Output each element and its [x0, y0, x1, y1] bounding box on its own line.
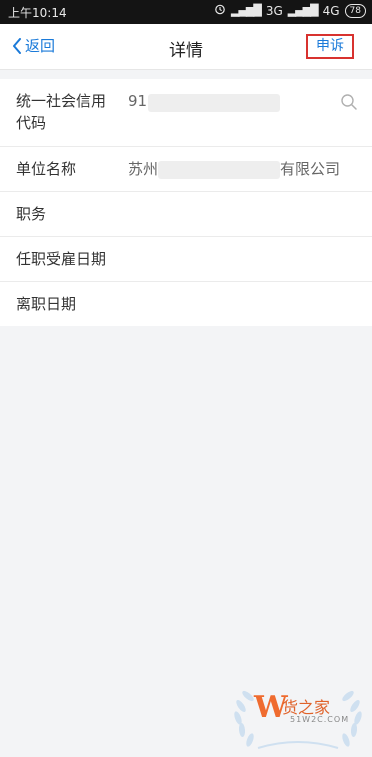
detail-row-credit-code: 统一社会信用代码 91	[0, 79, 372, 147]
watermark: W 货之家 51W2C.COM	[228, 678, 368, 752]
row-label: 职务	[16, 205, 47, 223]
appeal-button[interactable]: 申诉	[306, 34, 354, 59]
row-label: 任职受雇日期	[16, 250, 107, 268]
alarm-icon	[214, 3, 226, 18]
battery-icon: 78	[344, 3, 366, 18]
watermark-domain: 51W2C.COM	[290, 715, 350, 724]
details-card: 统一社会信用代码 91 单位名称 苏州 有限公司 职务 任职受雇日期 离职日期	[0, 79, 372, 326]
row-value-suffix: 有限公司	[280, 160, 341, 178]
row-value: 91	[128, 92, 148, 110]
detail-row-leave-date: 离职日期	[0, 282, 372, 326]
battery-level: 78	[349, 5, 361, 16]
signal-icon-2: ▂▄▆█	[287, 4, 319, 17]
signal-icon: ▂▄▆█	[230, 4, 262, 17]
row-label: 统一社会信用代码	[16, 92, 107, 132]
detail-row-position: 职务	[0, 192, 372, 237]
detail-row-company: 单位名称 苏州 有限公司	[0, 147, 372, 192]
nav-bar: 返回 详情 申诉	[0, 24, 372, 70]
redacted-value	[148, 94, 280, 112]
status-bar: 上午10:14 ▂▄▆█ 3G ▂▄▆█ 4G 78	[0, 0, 372, 24]
search-icon[interactable]	[340, 93, 358, 115]
network-type: 3G	[265, 3, 283, 18]
detail-row-hire-date: 任职受雇日期	[0, 237, 372, 282]
redacted-value	[158, 161, 280, 179]
status-time: 上午10:14	[8, 6, 67, 20]
row-label: 离职日期	[16, 295, 77, 313]
status-icons: ▂▄▆█ 3G ▂▄▆█ 4G 78	[214, 3, 366, 18]
network-type-2: 4G	[322, 3, 340, 18]
row-value: 苏州	[128, 160, 159, 178]
row-label: 单位名称	[16, 160, 77, 178]
